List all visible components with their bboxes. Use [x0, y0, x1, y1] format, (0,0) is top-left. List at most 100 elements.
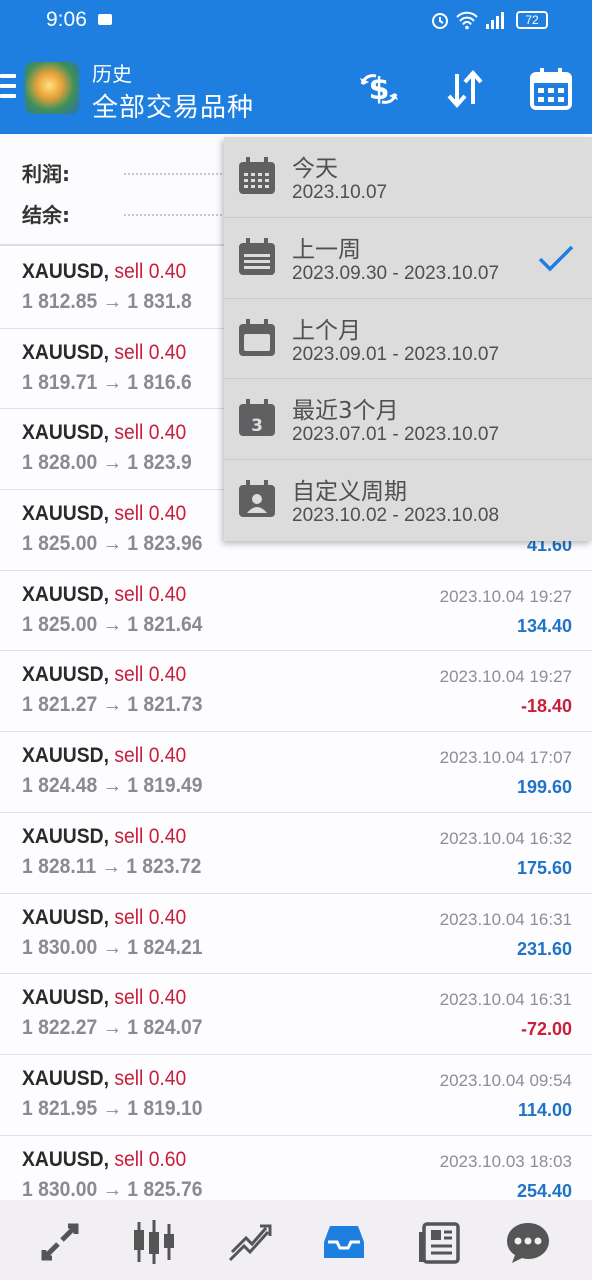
trade-side: sell 0.40 — [114, 824, 187, 848]
wifi-icon — [456, 11, 478, 30]
trade-symbol-text: XAUUSD, — [22, 1066, 109, 1090]
calendar-icon[interactable] — [528, 66, 574, 112]
trade-symbol-text: XAUUSD, — [22, 1147, 109, 1171]
period-option-label: 上一周 — [292, 236, 361, 263]
period-option[interactable]: 今天 2023.10.07 — [224, 137, 592, 218]
trade-row[interactable]: XAUUSD, sell 0.40 1 821.27 → 1 821.73 2023… — [0, 651, 592, 733]
trade-time: 2023.10.04 19:27 — [439, 586, 572, 606]
trade-symbol: XAUUSD, sell 0.40 — [22, 906, 186, 930]
balance-leader — [124, 214, 234, 216]
trade-symbol: XAUUSD, sell 0.40 — [22, 986, 186, 1010]
trade-symbol: XAUUSD, sell 0.40 — [22, 502, 186, 526]
alarm-icon — [432, 13, 448, 29]
trade-symbol-text: XAUUSD, — [22, 582, 109, 606]
period-option-label: 今天 — [292, 156, 338, 182]
period-option-range: 2023.07.01 - 2023.10.07 — [292, 424, 500, 446]
trade-prices: 1 825.00 → 1 821.64 — [22, 612, 203, 636]
trade-prices: 1 821.95 → 1 819.10 — [22, 1096, 203, 1120]
app-bar: 历史 全部交易品种 $ — [0, 40, 592, 134]
trade-symbol: XAUUSD, sell 0.60 — [22, 1148, 186, 1172]
period-option[interactable]: 3 最近3个月 2023.07.01 - 2023.10.07 — [224, 379, 592, 461]
quotes-icon[interactable] — [36, 1218, 84, 1266]
signal-icon — [486, 12, 504, 29]
trade-symbol: XAUUSD, sell 0.40 — [22, 1067, 186, 1091]
status-time: 9:06 — [46, 8, 87, 31]
trade-side: sell 0.40 — [114, 260, 187, 283]
period-option-range: 2023.09.01 - 2023.10.07 — [292, 343, 500, 365]
trade-row[interactable]: XAUUSD, sell 0.40 1 821.95 → 1 819.10 2023… — [0, 1054, 592, 1136]
trade-profit: 114.00 — [517, 1099, 572, 1120]
period-option-range: 2023.10.02 - 2023.10.08 — [292, 505, 500, 527]
check-icon — [538, 245, 574, 272]
trade-profit: 175.60 — [516, 857, 572, 878]
trade-side: sell 0.40 — [114, 905, 187, 929]
trade-side: sell 0.40 — [114, 340, 187, 364]
trade-symbol: XAUUSD, sell 0.40 — [22, 744, 186, 768]
trade-profit: 199.60 — [516, 777, 572, 798]
profit-label: 利润: — [22, 162, 70, 186]
trade-symbol: XAUUSD, sell 0.40 — [22, 341, 186, 365]
balance-label: 结余: — [22, 203, 70, 227]
trade-symbol: XAUUSD, sell 0.40 — [22, 583, 186, 607]
screen-record-icon — [98, 14, 112, 25]
trade-symbol-text: XAUUSD, — [22, 905, 109, 929]
trade-row[interactable]: XAUUSD, sell 0.40 1 828.11 → 1 823.72 2023… — [0, 812, 592, 894]
trade-profit: -72.00 — [520, 1019, 572, 1040]
trade-profit: -18.40 — [520, 696, 572, 717]
sort-icon[interactable] — [442, 66, 488, 112]
trade-side: sell 0.40 — [114, 1066, 187, 1090]
trade-symbol-text: XAUUSD, — [22, 824, 109, 848]
calendar-week-icon — [239, 237, 275, 275]
period-option-range: 2023.09.30 - 2023.10.07 — [292, 262, 500, 284]
period-option[interactable]: 自定义周期 2023.10.02 - 2023.10.08 — [224, 460, 592, 541]
page-title[interactable]: 全部交易品种 — [92, 87, 254, 124]
trade-side: sell 0.40 — [114, 986, 187, 1010]
trade-row[interactable]: XAUUSD, sell 0.40 1 824.48 → 1 819.49 2023… — [0, 732, 592, 813]
calendar-month-icon — [239, 318, 275, 356]
menu-icon[interactable] — [0, 74, 16, 100]
calendar-day-icon — [239, 157, 275, 194]
trade-time: 2023.10.04 09:54 — [439, 1070, 572, 1090]
trade-prices: 1 812.85 → 1 831.8 — [22, 290, 192, 313]
trade-side: sell 0.40 — [114, 502, 187, 526]
trade-profit: 231.60 — [516, 938, 572, 959]
chart-icon[interactable] — [130, 1218, 178, 1266]
period-option[interactable]: 上一周 2023.09.30 - 2023.10.07 — [224, 218, 592, 299]
history-icon[interactable] — [320, 1218, 368, 1266]
trade-symbol: XAUUSD, sell 0.40 — [22, 260, 186, 284]
trade-prices: 1 825.00 → 1 823.96 — [22, 532, 203, 556]
trade-row[interactable]: XAUUSD, sell 0.40 1 830.00 → 1 824.21 2023… — [0, 893, 592, 975]
status-bar: 9:06 72 — [0, 0, 592, 40]
period-menu: 今天 2023.10.07 上一周 2023.09.30 - 2023.10.07 上个… — [224, 137, 592, 541]
calendar-custom-icon — [239, 480, 275, 518]
trade-prices: 1 830.00 → 1 824.21 — [22, 935, 203, 959]
period-option-label: 最近3个月 — [292, 398, 399, 425]
page-subtitle: 历史 — [92, 62, 132, 86]
battery-icon: 72 — [516, 11, 548, 29]
trade-time: 2023.10.04 16:31 — [439, 909, 572, 929]
trade-time: 2023.10.03 18:03 — [439, 1151, 572, 1171]
trade-symbol-text: XAUUSD, — [22, 260, 109, 283]
trade-row[interactable]: XAUUSD, sell 0.40 1 822.27 → 1 824.07 2023… — [0, 974, 592, 1055]
trade-profit: 254.40 — [516, 1180, 572, 1201]
app-logo — [25, 62, 79, 114]
bottom-nav — [0, 1200, 592, 1280]
trade-prices: 1 822.27 → 1 824.07 — [22, 1016, 203, 1040]
period-option[interactable]: 上个月 2023.09.01 - 2023.10.07 — [224, 299, 592, 380]
trade-side: sell 0.40 — [114, 421, 187, 445]
trade-symbol-text: XAUUSD, — [22, 502, 109, 526]
period-option-range: 2023.10.07 — [292, 182, 388, 203]
trade-side: sell 0.40 — [114, 582, 187, 606]
trade-row[interactable]: XAUUSD, sell 0.40 1 825.00 → 1 821.64 2023… — [0, 570, 592, 652]
trade-side: sell 0.40 — [114, 663, 187, 687]
news-icon[interactable] — [416, 1218, 464, 1266]
trade-icon[interactable] — [226, 1218, 274, 1266]
trade-symbol-text: XAUUSD, — [22, 744, 109, 768]
trade-prices: 1 819.71 → 1 816.6 — [22, 370, 192, 394]
chat-icon[interactable] — [504, 1218, 552, 1266]
trade-time: 2023.10.04 17:07 — [439, 748, 572, 768]
trade-time: 2023.10.04 16:31 — [439, 990, 572, 1010]
period-option-label: 上个月 — [292, 317, 361, 344]
deposit-icon[interactable]: $ — [356, 66, 402, 112]
trade-side: sell 0.40 — [114, 744, 187, 768]
